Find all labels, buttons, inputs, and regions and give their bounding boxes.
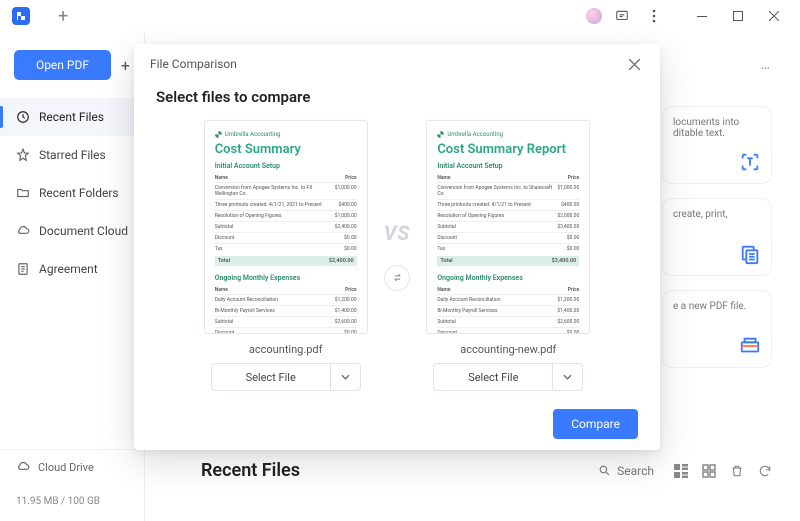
select-file-dropdown[interactable] bbox=[553, 363, 583, 391]
card-text: locuments into bbox=[673, 117, 761, 128]
cloud-icon bbox=[16, 460, 30, 474]
cloud-drive-label: Cloud Drive bbox=[38, 461, 94, 474]
main-more-button[interactable]: … bbox=[761, 57, 772, 73]
feature-card-combine[interactable]: create, print, bbox=[662, 198, 772, 276]
sidebar-item-agreement[interactable]: Agreement bbox=[0, 250, 144, 288]
sidebar-item-starred-files[interactable]: Starred Files bbox=[0, 136, 144, 174]
folder-icon bbox=[16, 186, 30, 200]
view-grid-icon[interactable] bbox=[702, 464, 716, 478]
compare-button[interactable]: Compare bbox=[553, 409, 638, 439]
refresh-icon[interactable] bbox=[758, 464, 772, 478]
file-slot-right: Umbrella Accounting Cost Summary Report … bbox=[426, 120, 590, 391]
delete-icon[interactable] bbox=[730, 464, 744, 478]
file-slot-left: Umbrella Accounting Cost Summary Initial… bbox=[204, 120, 368, 391]
more-icon[interactable] bbox=[642, 4, 666, 28]
card-text: create, print, bbox=[673, 209, 761, 220]
sidebar-item-recent-files[interactable]: Recent Files bbox=[0, 98, 144, 136]
recent-files-heading: Recent Files bbox=[201, 460, 300, 481]
search-placeholder: Search bbox=[617, 464, 654, 478]
cloud-icon bbox=[16, 224, 30, 238]
sidebar: Open PDF + Recent Files Starred Files Re… bbox=[0, 32, 145, 521]
ai-chat-icon[interactable] bbox=[610, 4, 634, 28]
window-maximize-button[interactable] bbox=[720, 2, 756, 30]
blank-pdf-icon bbox=[739, 335, 761, 357]
open-pdf-button[interactable]: Open PDF bbox=[14, 50, 111, 80]
star-icon bbox=[16, 148, 30, 162]
sidebar-item-document-cloud[interactable]: Document Cloud bbox=[0, 212, 144, 250]
card-text: e a new PDF file. bbox=[673, 301, 761, 312]
file-comparison-dialog: File Comparison Select files to compare … bbox=[134, 44, 660, 450]
card-text: ditable text. bbox=[673, 128, 761, 139]
window-close-button[interactable] bbox=[756, 2, 792, 30]
file-name-label: accounting.pdf bbox=[249, 343, 323, 356]
new-tab-button[interactable]: + bbox=[58, 6, 68, 27]
select-file-button[interactable]: Select File bbox=[433, 363, 553, 391]
document-icon bbox=[16, 262, 30, 276]
swap-files-button[interactable] bbox=[384, 265, 410, 291]
file-name-label: accounting-new.pdf bbox=[460, 343, 556, 356]
feature-card-ocr[interactable]: locuments into ditable text. bbox=[662, 106, 772, 184]
search-icon bbox=[598, 464, 611, 477]
storage-usage: 11.95 MB / 100 GB bbox=[0, 486, 144, 521]
select-file-button[interactable]: Select File bbox=[211, 363, 331, 391]
file-thumbnail[interactable]: Umbrella Accounting Cost Summary Report … bbox=[426, 120, 590, 334]
titlebar: + bbox=[0, 0, 800, 32]
search-input[interactable]: Search bbox=[598, 464, 654, 478]
view-list-icon[interactable] bbox=[674, 464, 688, 478]
feature-card-blank[interactable]: e a new PDF file. bbox=[662, 290, 772, 368]
combine-icon bbox=[739, 243, 761, 265]
dialog-title: Select files to compare bbox=[134, 84, 660, 116]
select-file-dropdown[interactable] bbox=[331, 363, 361, 391]
cloud-drive-link[interactable]: Cloud Drive bbox=[16, 460, 128, 474]
sidebar-item-label: Agreement bbox=[39, 262, 98, 276]
file-thumbnail[interactable]: Umbrella Accounting Cost Summary Initial… bbox=[204, 120, 368, 334]
window-minimize-button[interactable] bbox=[684, 2, 720, 30]
sidebar-item-recent-folders[interactable]: Recent Folders bbox=[0, 174, 144, 212]
sidebar-item-label: Recent Folders bbox=[39, 186, 119, 200]
vs-label: VS bbox=[384, 221, 411, 245]
dialog-header-title: File Comparison bbox=[150, 57, 237, 71]
create-pdf-button[interactable]: + bbox=[121, 56, 130, 75]
sidebar-item-label: Document Cloud bbox=[39, 224, 128, 238]
app-logo-icon bbox=[12, 7, 30, 25]
dialog-close-button[interactable] bbox=[624, 54, 644, 74]
clock-icon bbox=[16, 110, 30, 124]
user-avatar[interactable] bbox=[586, 8, 602, 24]
sidebar-item-label: Starred Files bbox=[39, 148, 106, 162]
sidebar-item-label: Recent Files bbox=[39, 110, 104, 124]
ocr-icon bbox=[739, 151, 761, 173]
